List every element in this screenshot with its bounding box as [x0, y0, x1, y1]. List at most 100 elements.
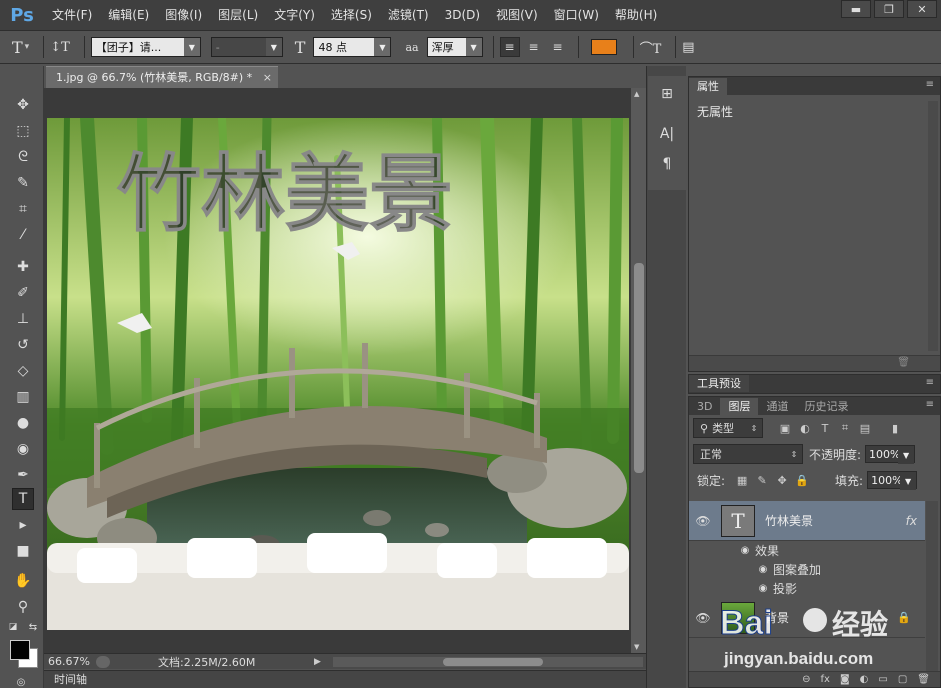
lock-image-icon[interactable]: ✎: [755, 473, 769, 487]
layer-filter-select[interactable]: ⚲ 类型 ⇕: [693, 418, 763, 438]
menu-view[interactable]: 视图(V): [488, 0, 546, 30]
character-panel-icon[interactable]: A|: [655, 122, 679, 146]
minimize-button[interactable]: ▬: [841, 0, 871, 18]
character-panel-icon[interactable]: ▤: [682, 40, 694, 55]
move-tool-icon[interactable]: ✥: [12, 94, 34, 116]
horizontal-scroll-thumb[interactable]: [442, 657, 543, 666]
restore-button[interactable]: ❐: [874, 0, 904, 18]
menu-select[interactable]: 选择(S): [323, 0, 380, 30]
canvas-title-text[interactable]: 竹林美景: [117, 144, 454, 244]
effects-row[interactable]: ◉ 效果: [689, 541, 925, 560]
lock-all-icon[interactable]: 🔒: [795, 473, 809, 487]
panel-menu-icon[interactable]: ≡: [926, 79, 934, 90]
filter-type-icon[interactable]: T: [817, 420, 833, 436]
warp-text-icon[interactable]: ⌒T: [640, 38, 662, 57]
fill-field[interactable]: 100% ▼: [867, 471, 918, 490]
text-tool-preset-icon[interactable]: T: [12, 38, 23, 57]
brush-tool-icon[interactable]: ✐: [12, 282, 34, 304]
document-tab[interactable]: 1.jpg @ 66.7% (竹林美景, RGB/8#) * ×: [46, 66, 278, 88]
vertical-scrollbar[interactable]: ▲ ▼: [630, 88, 646, 653]
paragraph-panel-icon[interactable]: ¶: [655, 152, 679, 176]
panel-menu-icon[interactable]: ≡: [926, 377, 934, 388]
eyedropper-tool-icon[interactable]: ⁄: [12, 224, 34, 246]
align-right-button[interactable]: ≡: [548, 37, 568, 57]
menu-filter[interactable]: 滤镜(T): [380, 0, 437, 30]
pen-tool-icon[interactable]: ✒: [12, 464, 34, 486]
foreground-color-swatch[interactable]: [10, 640, 30, 660]
menu-type[interactable]: 文字(Y): [266, 0, 323, 30]
align-left-button[interactable]: ≡: [499, 37, 520, 57]
document-canvas-image[interactable]: 竹林美景: [47, 118, 629, 630]
rectangle-tool-icon[interactable]: ■: [12, 540, 34, 562]
menu-layer[interactable]: 图层(L): [210, 0, 266, 30]
blend-mode-select[interactable]: 正常 ⇕: [693, 444, 803, 464]
layer-effects-icon[interactable]: fx: [906, 514, 917, 528]
zoom-level-field[interactable]: 66.67%: [44, 655, 92, 668]
default-colors-icon[interactable]: ◪: [6, 620, 20, 634]
eraser-tool-icon[interactable]: ◇: [12, 360, 34, 382]
menu-window[interactable]: 窗口(W): [546, 0, 607, 30]
zoom-tool-icon[interactable]: ⚲: [12, 596, 34, 618]
blur-tool-icon[interactable]: ●: [12, 412, 34, 434]
menu-file[interactable]: 文件(F): [44, 0, 100, 30]
menu-image[interactable]: 图像(I): [157, 0, 210, 30]
filter-adjustment-icon[interactable]: ◐: [797, 420, 813, 436]
filter-smart-object-icon[interactable]: ▤: [857, 420, 873, 436]
tab-layers[interactable]: 图层: [720, 398, 759, 415]
quick-select-tool-icon[interactable]: ✎: [12, 172, 34, 194]
font-size-select[interactable]: 48 点 ▼: [313, 37, 392, 57]
preset-dropdown-icon[interactable]: ▾: [25, 42, 30, 52]
clone-stamp-tool-icon[interactable]: ⊥: [12, 308, 34, 330]
type-tool-icon[interactable]: T: [12, 488, 34, 510]
text-orientation-icon[interactable]: ↕T: [50, 40, 70, 55]
horizontal-scrollbar[interactable]: [332, 656, 643, 667]
hand-tool-icon[interactable]: ✋: [12, 570, 34, 592]
path-select-tool-icon[interactable]: ▸: [12, 514, 34, 536]
lock-transparent-icon[interactable]: ▦: [735, 473, 749, 487]
healing-brush-tool-icon[interactable]: ✚: [12, 256, 34, 278]
lasso-tool-icon[interactable]: ᘓ: [12, 146, 34, 168]
lock-position-icon[interactable]: ✥: [775, 473, 789, 487]
tab-properties[interactable]: 属性: [689, 78, 727, 95]
history-panel-icon[interactable]: ⊞: [655, 82, 679, 106]
crop-tool-icon[interactable]: ⌗: [12, 198, 34, 220]
filter-toggle-icon[interactable]: ▮: [887, 420, 903, 436]
menu-3d[interactable]: 3D(D): [437, 0, 488, 30]
filter-pixel-icon[interactable]: ▣: [777, 420, 793, 436]
tab-3d[interactable]: 3D: [689, 398, 720, 415]
eye-icon[interactable]: ◉: [735, 545, 755, 556]
trash-icon[interactable]: 🗑: [897, 357, 910, 368]
scroll-up-icon[interactable]: ▲: [634, 90, 639, 98]
menu-help[interactable]: 帮助(H): [607, 0, 665, 30]
tab-channels[interactable]: 通道: [758, 398, 796, 415]
filter-shape-icon[interactable]: ⌗: [837, 420, 853, 436]
tab-history[interactable]: 历史记录: [796, 398, 856, 415]
menu-edit[interactable]: 编辑(E): [100, 0, 157, 30]
status-arrow-icon[interactable]: ▶: [314, 657, 321, 667]
close-button[interactable]: ✕: [907, 0, 937, 18]
status-menu-icon[interactable]: [96, 655, 110, 668]
font-family-select[interactable]: 【团子】请... ▼: [90, 37, 201, 57]
eye-icon[interactable]: ◉: [753, 564, 773, 575]
eye-icon[interactable]: 👁: [689, 514, 717, 528]
scroll-down-icon[interactable]: ▼: [634, 643, 639, 651]
gradient-tool-icon[interactable]: ▥: [12, 386, 34, 408]
text-color-swatch[interactable]: [590, 39, 617, 55]
swap-colors-icon[interactable]: ⇆: [26, 620, 40, 634]
vertical-scroll-thumb[interactable]: [634, 263, 644, 473]
canvas-area[interactable]: 竹林美景: [44, 88, 630, 653]
dodge-tool-icon[interactable]: ◉: [12, 438, 34, 460]
properties-scrollbar[interactable]: [928, 101, 938, 351]
font-style-select[interactable]: - ▼: [210, 37, 283, 57]
history-brush-tool-icon[interactable]: ↺: [12, 334, 34, 356]
layer-row-text[interactable]: 👁 T 竹林美景 fx: [689, 501, 925, 541]
effect-row-pattern-overlay[interactable]: ◉ 图案叠加: [689, 560, 925, 579]
marquee-tool-icon[interactable]: ⬚: [12, 120, 34, 142]
opacity-field[interactable]: 100% ▼: [865, 445, 916, 464]
align-center-button[interactable]: ≡: [524, 37, 544, 57]
timeline-panel-tab[interactable]: 时间轴: [44, 670, 646, 688]
anti-alias-select[interactable]: 浑厚 ▼: [426, 37, 483, 57]
quick-mask-icon[interactable]: ◎: [12, 676, 30, 688]
tab-tool-presets[interactable]: 工具预设: [689, 375, 749, 392]
close-tab-icon[interactable]: ×: [263, 67, 272, 89]
